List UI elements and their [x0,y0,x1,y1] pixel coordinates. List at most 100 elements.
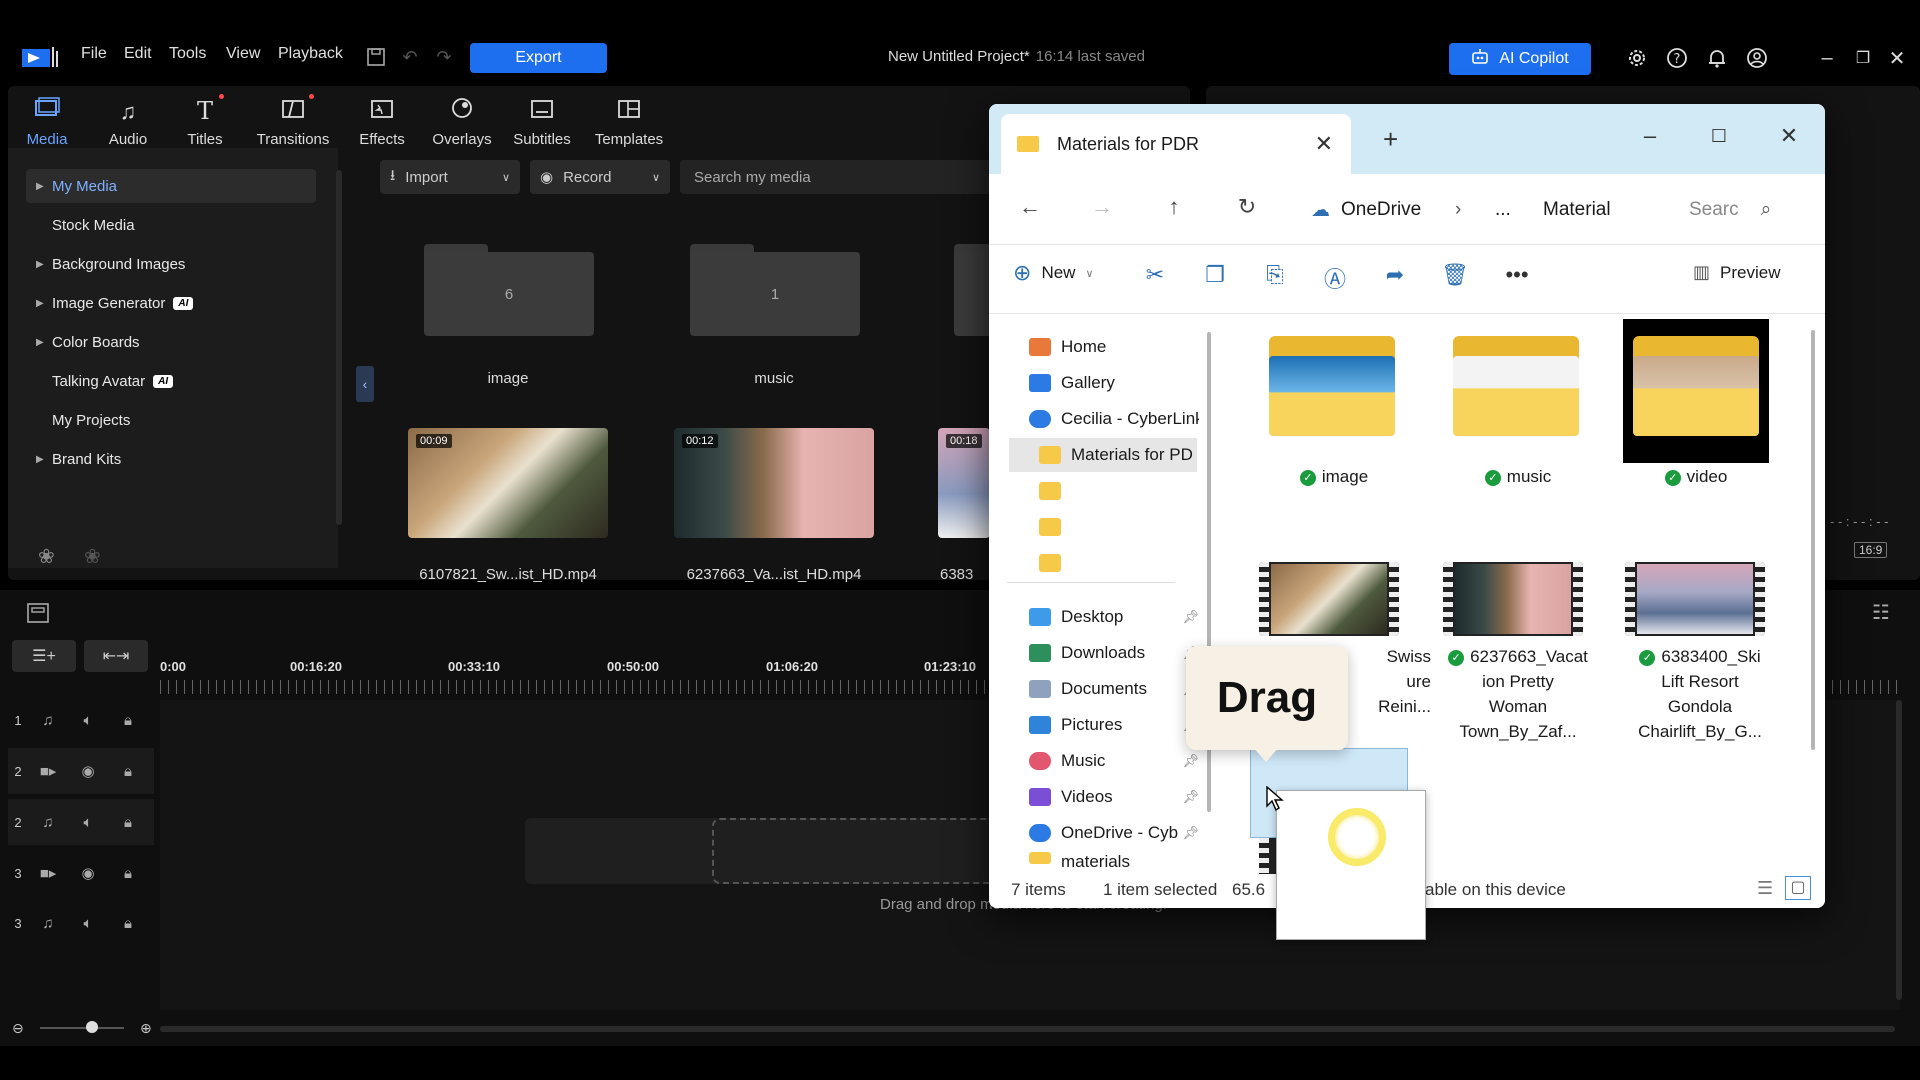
rename-icon[interactable]: Ⓐ [1319,262,1351,294]
up-arrow-icon[interactable]: ↑ [1159,194,1189,220]
details-view-icon[interactable]: ☰ [1757,878,1773,899]
tree-item-my-projects[interactable]: My Projects [26,403,316,437]
save-icon[interactable] [364,45,388,69]
tree-item-stock-media[interactable]: Stock Media [26,208,316,242]
video-file-thumbnail[interactable] [1625,562,1765,636]
tab-titles[interactable]: T Titles [180,92,230,148]
record-button[interactable]: ◉ Record ∨ [530,160,670,194]
nav-item-videos[interactable]: Videos 📌︎ [1029,780,1199,814]
file-item-music[interactable]: ✓ music [1438,464,1598,489]
close-app-icon[interactable]: ✕ [1884,45,1910,71]
explorer-tab[interactable]: Materials for PDR ✕ [1001,114,1351,174]
speaker-icon[interactable]: 🔈︎ [68,814,108,831]
export-button[interactable]: Export [470,43,607,73]
eye-icon[interactable]: ◉ [68,762,108,780]
tree-scrollbar[interactable] [336,170,342,525]
account-icon[interactable] [1746,47,1770,71]
pin-icon[interactable]: 📌︎ [1182,609,1199,625]
pin-icon[interactable]: 📌︎ [1182,825,1199,841]
video-file-thumbnail[interactable] [1259,562,1399,636]
file-item-video-2[interactable]: ✓ 6237663_Vacat ion Pretty Woman Town_By_… [1438,644,1598,744]
nav-item-subfolder[interactable] [1039,474,1069,508]
collapse-panel-arrow-icon[interactable]: ‹ [356,366,374,402]
explorer-maximize-icon[interactable]: ☐ [1699,116,1739,156]
tree-item-color-boards[interactable]: ▶ Color Boards [26,325,316,359]
zoom-out-icon[interactable]: ⊖ [12,1020,24,1037]
folder-icon[interactable] [1453,336,1579,436]
timeline-panel-icon[interactable]: ☷ [1872,600,1890,625]
zoom-in-icon[interactable]: ⊕ [140,1020,152,1037]
tree-item-brand-kits[interactable]: ▶ Brand Kits [26,442,316,476]
tree-item-my-media[interactable]: ▶ My Media [26,169,316,203]
nav-item-desktop[interactable]: Desktop 📌︎ [1029,600,1199,634]
search-input[interactable]: Search my media [680,160,1000,194]
tab-effects[interactable]: Effects [354,92,410,148]
library-folder-video[interactable] [954,244,990,336]
copy-icon[interactable]: ❐ [1199,262,1231,288]
import-button[interactable]: ⭳ Import ∨ [380,160,520,194]
folder-icon[interactable] [1269,336,1395,436]
add-track-button[interactable]: ☰+ [12,640,76,672]
library-folder-music[interactable]: 1 [690,244,860,336]
nav-item-documents[interactable]: Documents📌︎ [1029,672,1199,706]
eye-icon[interactable]: ◉ [68,864,108,882]
tree-item-talking-avatar[interactable]: Talking Avatar AI [26,364,316,398]
folder-icon[interactable] [1633,336,1759,436]
nav-item-materials-folder[interactable]: materials [1029,852,1199,872]
menu-file[interactable]: File [81,45,107,63]
delete-trash-icon[interactable]: 🗑︎ [1439,262,1471,288]
timeline-settings-icon[interactable] [26,602,50,624]
lock-icon[interactable]: 🔒︎ [108,712,148,729]
video-file-thumbnail[interactable] [1443,562,1583,636]
lock-icon[interactable]: 🔒︎ [108,865,148,882]
new-tab-plus-icon[interactable]: + [1383,124,1398,155]
tree-item-image-generator[interactable]: ▶ Image Generator AI [26,286,316,320]
zoom-slider-handle[interactable] [86,1021,98,1033]
menu-view[interactable]: View [226,45,260,63]
redo-icon[interactable]: ↷ [432,45,456,69]
large-icons-view-icon[interactable]: ▢ [1785,876,1811,900]
fit-timeline-button[interactable]: ⇤⇥ [84,640,148,672]
ai-copilot-button[interactable]: AI Copilot [1449,43,1591,75]
tab-templates[interactable]: Templates [592,92,666,148]
file-item-image[interactable]: ✓ image [1254,464,1414,489]
tab-transitions[interactable]: Transitions [254,92,332,148]
nav-item-pictures[interactable]: Pictures📌︎ [1029,708,1199,742]
help-icon[interactable]: ? [1666,47,1690,71]
nav-item-music[interactable]: Music 📌︎ [1029,744,1199,778]
nav-item-gallery[interactable]: Gallery [1029,366,1199,400]
nav-item-onedrive-cyberlink[interactable]: Cecilia - CyberLink [1029,402,1199,436]
cut-icon[interactable]: ✂ [1139,262,1171,288]
lock-icon[interactable]: 🔒︎ [108,763,148,780]
add-tag-icon[interactable]: ❀ [38,544,55,569]
aspect-ratio-badge[interactable]: 16:9 [1854,542,1888,558]
menu-playback[interactable]: Playback [278,45,343,63]
tab-subtitles[interactable]: Subtitles [510,92,574,148]
breadcrumb-onedrive[interactable]: OneDrive [1341,199,1421,221]
file-item-video-3[interactable]: ✓ 6383400_Ski Lift Resort Gondola Chairli… [1620,644,1780,744]
new-button[interactable]: ⊕ New ∨ [1013,260,1094,286]
paste-icon[interactable]: ⎘ [1259,262,1291,288]
lock-icon[interactable]: 🔒︎ [108,915,148,932]
nav-item-onedrive-cyb[interactable]: OneDrive - Cyb 📌︎ [1029,816,1199,850]
tree-item-background-images[interactable]: ▶ Background Images [26,247,316,281]
nav-item-subfolder[interactable] [1039,546,1069,580]
share-icon[interactable]: ➦ [1379,262,1411,288]
speaker-icon[interactable]: 🔈︎ [68,915,108,932]
back-arrow-icon[interactable]: ← [1015,194,1045,220]
explorer-search-input[interactable]: Searc ⌕ [1689,190,1809,230]
pin-icon[interactable]: 📌︎ [1182,789,1199,805]
refresh-icon[interactable]: ↻ [1232,194,1262,220]
remove-tag-icon[interactable]: ❀ [84,544,101,569]
tab-audio[interactable]: ♫ Audio [100,92,156,148]
explorer-minimize-icon[interactable]: – [1630,116,1670,156]
library-video-thumb[interactable]: 00:18 [938,428,990,538]
files-scrollbar[interactable] [1811,330,1815,750]
library-folder-image[interactable]: 6 [424,244,594,336]
timeline-horizontal-scrollbar[interactable] [160,1026,1895,1032]
menu-tools[interactable]: Tools [169,45,206,63]
more-options-icon[interactable]: ••• [1501,262,1533,288]
library-video-thumb[interactable]: 00:12 [674,428,874,538]
speaker-icon[interactable]: 🔈︎ [68,712,108,729]
breadcrumb-material[interactable]: Material [1543,199,1611,221]
